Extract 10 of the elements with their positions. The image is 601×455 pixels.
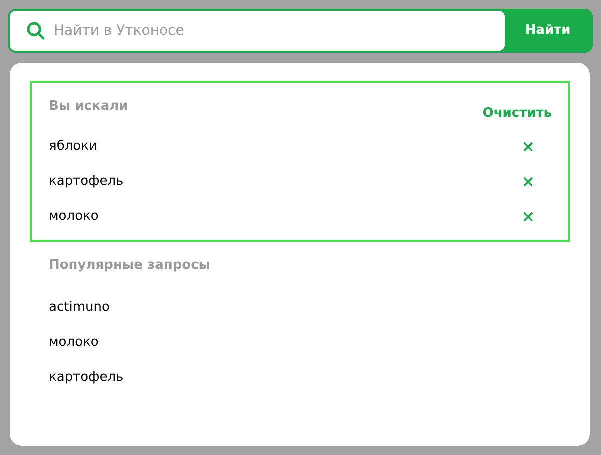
popular-query[interactable]: actimuno xyxy=(49,298,110,318)
search-icon xyxy=(26,21,46,41)
history-item[interactable]: молоко xyxy=(49,206,99,226)
history-item[interactable]: картофель xyxy=(49,172,124,192)
popular-query[interactable]: молоко xyxy=(49,332,99,352)
section-title: Популярные запросы xyxy=(49,257,211,275)
history-item[interactable]: яблоки xyxy=(49,136,98,156)
search-field[interactable]: Найти в Утконосе xyxy=(10,11,505,51)
popular-query[interactable]: картофель xyxy=(49,368,124,388)
section-title: Вы искали xyxy=(49,98,128,116)
